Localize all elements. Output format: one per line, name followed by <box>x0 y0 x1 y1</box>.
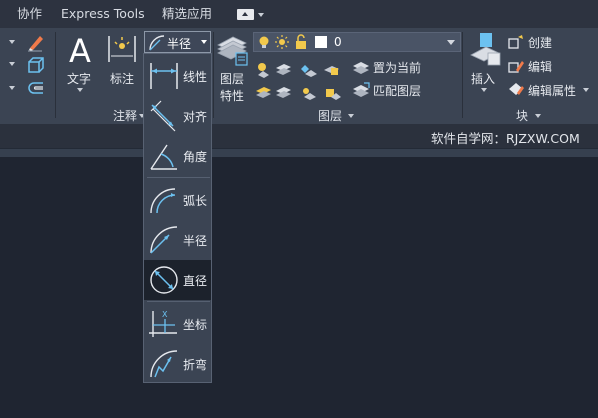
tab-express-tools[interactable]: Express Tools <box>61 0 145 28</box>
tab-featured-apps[interactable]: 精选应用 <box>162 0 212 28</box>
layer-properties-label-1[interactable]: 图层 <box>220 70 244 87</box>
annotation-group-title[interactable]: 注释 <box>113 107 137 124</box>
svg-text:X: X <box>162 310 168 319</box>
svg-text:A: A <box>69 32 91 68</box>
ribbon-panel: A 文字 标注 注释 图层 特性 0 置为当前 匹配图层 图层 插入 创建 编辑… <box>0 28 598 124</box>
layer-dropdown[interactable]: 0 <box>253 32 461 52</box>
menu-item-linear[interactable]: 线性 <box>144 56 211 96</box>
edit-attributes-label[interactable]: 编辑属性 <box>528 82 576 99</box>
text-icon[interactable]: A <box>66 32 94 68</box>
insert-block-icon[interactable] <box>468 31 502 69</box>
layers-group-title[interactable]: 图层 <box>318 107 342 124</box>
dimension-type-button[interactable]: 半径 <box>144 31 211 53</box>
arc-length-dimension-icon <box>150 188 176 214</box>
ribbon-minimize-toggle[interactable] <box>237 9 264 21</box>
chevron-down-icon[interactable] <box>348 114 354 118</box>
menu-item-label: 对齐 <box>183 110 208 124</box>
menu-item-arc-length[interactable]: 弧长 <box>144 180 211 220</box>
radius-dimension-icon <box>149 35 165 51</box>
menu-item-label: 角度 <box>183 150 208 164</box>
layer-properties-label-2[interactable]: 特性 <box>220 87 244 104</box>
chevron-down-icon[interactable] <box>583 88 589 92</box>
diameter-dimension-icon <box>150 266 178 294</box>
watermark-text: 软件自学网：RJZXW.COM <box>431 131 580 146</box>
set-current-layer-icon[interactable] <box>352 59 370 75</box>
edit-block-label[interactable]: 编辑 <box>528 58 552 75</box>
match-layer-label[interactable]: 匹配图层 <box>373 82 421 99</box>
chevron-down-icon <box>447 40 455 45</box>
ribbon-tab-bar: 协作 Express Tools 精选应用 <box>0 0 598 28</box>
create-block-label[interactable]: 创建 <box>528 34 552 51</box>
current-layer-value: 0 <box>334 35 342 49</box>
dimension-type-menu: 线性 对齐 角度 弧长 半径 直径 X 坐标 折弯 <box>143 53 212 383</box>
menu-item-label: 线性 <box>183 70 208 84</box>
jogged-dimension-icon <box>150 350 178 378</box>
chevron-down-icon[interactable] <box>77 88 83 92</box>
linear-dimension-icon <box>150 63 178 89</box>
chevron-down-icon[interactable] <box>9 40 15 44</box>
block-group-title[interactable]: 块 <box>516 107 528 124</box>
drawing-canvas[interactable] <box>0 157 598 418</box>
menu-item-label: 折弯 <box>183 358 208 372</box>
offset-icon[interactable] <box>27 80 45 98</box>
chevron-down-icon[interactable] <box>535 114 541 118</box>
chevron-down-icon[interactable] <box>9 86 15 90</box>
drawing-area-header <box>0 149 598 157</box>
radius-dimension-icon <box>150 226 178 254</box>
separator <box>213 32 214 118</box>
layer-color-swatch <box>315 36 327 48</box>
sun-thaw-icon <box>275 35 289 49</box>
ordinate-dimension-icon: X <box>149 310 177 337</box>
separator <box>462 32 463 118</box>
angular-dimension-icon <box>150 144 177 170</box>
chevron-down-icon <box>201 40 207 44</box>
menu-item-label: 半径 <box>183 234 208 248</box>
layer-tools-row-1[interactable] <box>255 58 365 78</box>
unlock-icon <box>296 34 306 49</box>
dimension-type-label: 半径 <box>167 37 192 51</box>
text-tool-label[interactable]: 文字 <box>67 70 91 87</box>
menu-separator <box>147 177 210 178</box>
menu-item-aligned[interactable]: 对齐 <box>144 96 211 136</box>
set-current-label[interactable]: 置为当前 <box>373 59 421 76</box>
dimension-tool-label[interactable]: 标注 <box>110 70 134 87</box>
array-icon[interactable] <box>27 56 45 74</box>
layer-tools-row-2[interactable] <box>255 81 365 101</box>
create-block-icon[interactable] <box>507 34 525 50</box>
insert-label[interactable]: 插入 <box>471 70 495 87</box>
tab-collaborate[interactable]: 协作 <box>17 0 42 28</box>
minimize-ribbon-icon <box>237 9 254 20</box>
dimension-icon[interactable] <box>107 32 137 66</box>
menu-item-diameter[interactable]: 直径 <box>144 260 211 300</box>
menu-item-angular[interactable]: 角度 <box>144 136 211 176</box>
edit-block-icon[interactable] <box>507 58 525 74</box>
menu-item-radius[interactable]: 半径 <box>144 220 211 260</box>
menu-item-label: 直径 <box>183 274 208 288</box>
bulb-on-icon <box>259 36 269 48</box>
separator <box>55 32 56 118</box>
layer-properties-icon[interactable] <box>215 31 249 67</box>
menu-item-ordinate[interactable]: X 坐标 <box>144 304 211 344</box>
erase-icon[interactable] <box>26 32 46 52</box>
menu-separator <box>147 301 210 302</box>
chevron-down-icon[interactable] <box>9 62 15 66</box>
match-layer-icon[interactable] <box>352 82 370 98</box>
menu-item-label: 弧长 <box>183 194 208 208</box>
menu-item-label: 坐标 <box>183 318 208 332</box>
chevron-down-icon <box>258 13 264 17</box>
chevron-down-icon[interactable] <box>481 88 487 92</box>
menu-item-jogged[interactable]: 折弯 <box>144 344 211 384</box>
aligned-dimension-icon <box>150 100 176 132</box>
edit-attributes-icon[interactable] <box>507 81 525 97</box>
